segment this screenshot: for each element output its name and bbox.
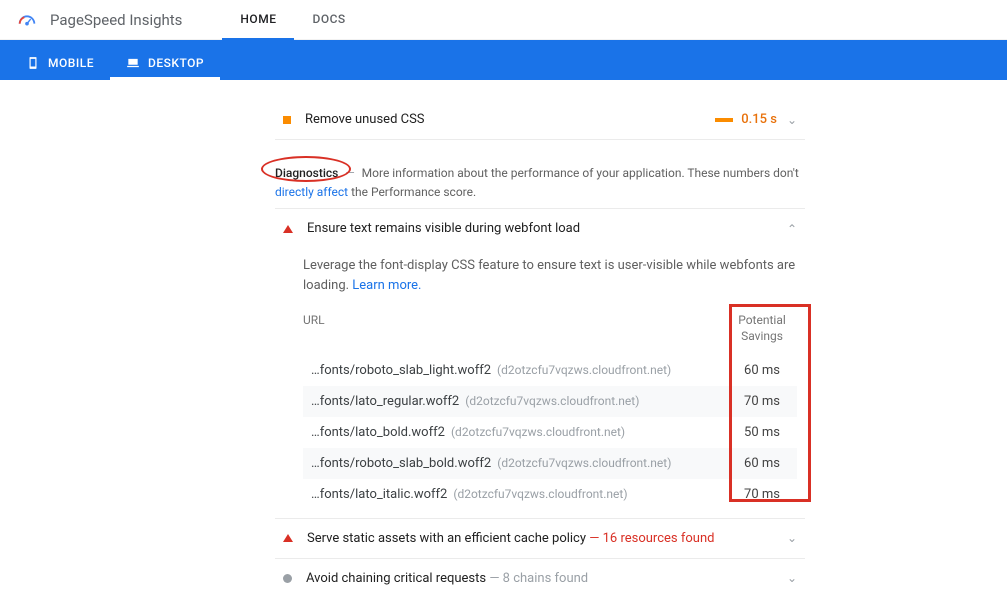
font-url: …fonts/roboto_slab_bold.woff2(d2otzcfu7v… bbox=[311, 456, 727, 471]
main-content: Remove unused CSS 0.15 s ⌄ Diagnostics —… bbox=[275, 80, 805, 598]
audit-collapsed-title: Serve static assets with an efficient ca… bbox=[307, 531, 787, 546]
learn-more-link[interactable]: Learn more. bbox=[352, 278, 421, 293]
nav-tabs: HOME DOCS bbox=[222, 0, 363, 40]
triangle-red-icon bbox=[283, 534, 293, 542]
table-row: …fonts/lato_bold.woff2(d2otzcfu7vqzws.cl… bbox=[303, 417, 797, 448]
audit-sub-info: — 8 chains found bbox=[489, 571, 588, 586]
audit-description: Leverage the font-display CSS feature to… bbox=[303, 256, 797, 295]
square-orange-icon bbox=[283, 116, 291, 124]
table-row: …fonts/roboto_slab_bold.woff2(d2otzcfu7v… bbox=[303, 448, 797, 479]
font-savings: 60 ms bbox=[727, 456, 797, 471]
table-row: …fonts/lato_italic.woff2(d2otzcfu7vqzws.… bbox=[303, 479, 797, 510]
diagnostics-desc-post: the Performance score. bbox=[348, 185, 476, 199]
audit-collapsed-title: Avoid chaining critical requests — 8 cha… bbox=[306, 571, 787, 586]
audit-collapsed[interactable]: Serve static assets with an efficient ca… bbox=[275, 518, 805, 558]
audit-ensure-text-visible[interactable]: Ensure text remains visible during webfo… bbox=[275, 208, 805, 248]
chevron-up-icon: ⌃ bbox=[787, 222, 797, 236]
font-host: (d2otzcfu7vqzws.cloudfront.net) bbox=[497, 363, 671, 377]
font-url: …fonts/lato_regular.woff2(d2otzcfu7vqzws… bbox=[311, 394, 727, 409]
font-host: (d2otzcfu7vqzws.cloudfront.net) bbox=[451, 425, 625, 439]
font-host: (d2otzcfu7vqzws.cloudfront.net) bbox=[497, 456, 671, 470]
font-host: (d2otzcfu7vqzws.cloudfront.net) bbox=[453, 487, 627, 501]
font-url: …fonts/lato_italic.woff2(d2otzcfu7vqzws.… bbox=[311, 487, 727, 502]
diagnostics-dash: — bbox=[345, 166, 354, 180]
chevron-down-icon: ⌄ bbox=[787, 571, 797, 585]
chevron-down-icon: ⌄ bbox=[787, 113, 797, 127]
audit-collapsed[interactable]: Avoid chaining critical requests — 8 cha… bbox=[275, 558, 805, 598]
chevron-down-icon: ⌄ bbox=[787, 531, 797, 545]
triangle-red-icon bbox=[283, 225, 293, 233]
opportunity-title: Remove unused CSS bbox=[305, 112, 715, 127]
font-savings: 50 ms bbox=[727, 425, 797, 440]
device-tab-mobile[interactable]: MOBILE bbox=[10, 46, 110, 80]
audit-body: Leverage the font-display CSS feature to… bbox=[275, 248, 805, 517]
psi-logo bbox=[16, 9, 38, 31]
font-table: URL Potential Savings …fonts/roboto_slab… bbox=[303, 313, 797, 509]
circle-gray-icon bbox=[283, 574, 292, 583]
col-savings: Potential Savings bbox=[727, 313, 797, 344]
table-row: …fonts/lato_regular.woff2(d2otzcfu7vqzws… bbox=[303, 386, 797, 417]
diagnostics-desc-pre: More information about the performance o… bbox=[362, 166, 799, 180]
opportunity-remove-unused-css[interactable]: Remove unused CSS 0.15 s ⌄ bbox=[275, 100, 805, 140]
device-tab-desktop-label: DESKTOP bbox=[148, 56, 204, 70]
audit-title: Ensure text remains visible during webfo… bbox=[307, 221, 787, 236]
app-header: PageSpeed Insights HOME DOCS bbox=[0, 0, 1007, 40]
font-host: (d2otzcfu7vqzws.cloudfront.net) bbox=[465, 394, 639, 408]
font-savings: 60 ms bbox=[727, 363, 797, 378]
table-row: …fonts/roboto_slab_light.woff2(d2otzcfu7… bbox=[303, 355, 797, 386]
font-url: …fonts/lato_bold.woff2(d2otzcfu7vqzws.cl… bbox=[311, 425, 727, 440]
app-title: PageSpeed Insights bbox=[50, 11, 182, 29]
diagnostics-link[interactable]: directly affect bbox=[275, 185, 348, 199]
font-savings: 70 ms bbox=[727, 487, 797, 502]
font-savings: 70 ms bbox=[727, 394, 797, 409]
desktop-icon bbox=[126, 56, 140, 70]
col-url: URL bbox=[303, 313, 727, 344]
diagnostics-label: Diagnostics bbox=[275, 166, 338, 180]
opportunity-bar bbox=[715, 118, 733, 122]
font-table-header: URL Potential Savings bbox=[303, 313, 797, 354]
diagnostics-section-header: Diagnostics — More information about the… bbox=[275, 164, 805, 202]
audit-sub-info: — 16 resources found bbox=[589, 531, 714, 546]
tab-docs[interactable]: DOCS bbox=[294, 0, 363, 40]
font-url: …fonts/roboto_slab_light.woff2(d2otzcfu7… bbox=[311, 363, 727, 378]
opportunity-time: 0.15 s bbox=[741, 112, 777, 127]
device-tab-mobile-label: MOBILE bbox=[48, 56, 94, 70]
mobile-icon bbox=[26, 56, 40, 70]
device-tab-desktop[interactable]: DESKTOP bbox=[110, 46, 220, 80]
device-tab-bar: MOBILE DESKTOP bbox=[0, 40, 1007, 80]
tab-home[interactable]: HOME bbox=[222, 0, 294, 40]
